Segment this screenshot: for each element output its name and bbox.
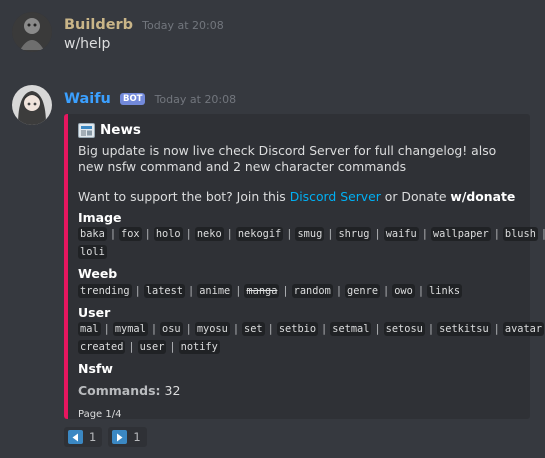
- help-embed: News Big update is now live check Discor…: [64, 114, 545, 420]
- command-code: set: [242, 322, 265, 336]
- field-value-user: mal | mymal | osu | myosu | set | setbio | setmal | se…: [78, 322, 545, 354]
- commands-count-value: 32: [164, 382, 181, 398]
- bot-avatar-icon: [12, 85, 52, 125]
- command-code: mal: [78, 322, 101, 336]
- embed-title-text: News: [100, 121, 141, 138]
- bot-badge: BOT: [119, 93, 146, 105]
- username[interactable]: Waifu: [64, 91, 111, 107]
- commands-label: Commands:: [78, 382, 161, 398]
- commands-count: Commands: 32: [78, 383, 520, 399]
- command-code: random: [291, 283, 333, 298]
- command-code: anime: [197, 283, 233, 298]
- reaction-count: 1: [133, 430, 141, 444]
- timestamp: Today at 20:08: [142, 19, 224, 32]
- command-code: setkitsu: [437, 322, 491, 336]
- reaction-next[interactable]: 1: [108, 427, 147, 447]
- message-header: Waifu BOT Today at 20:08: [64, 88, 236, 107]
- command-code: links: [427, 283, 463, 298]
- support-line: Want to support the bot? Join this Disco…: [78, 189, 520, 205]
- reaction-previous[interactable]: 1: [64, 427, 103, 447]
- command-code: latest: [143, 283, 186, 298]
- command-code: avatar: [502, 322, 545, 336]
- timestamp: Today at 20:08: [154, 93, 237, 106]
- avatar[interactable]: [12, 12, 52, 52]
- support-text: Want to support the bot? Join this: [78, 189, 290, 204]
- reaction-count: 1: [89, 430, 97, 444]
- field-name-image: Image: [78, 209, 122, 225]
- command-code: mymal: [112, 322, 148, 336]
- newspaper-icon: [78, 122, 95, 139]
- arrow-left-icon: [68, 430, 83, 444]
- command-code: fox: [119, 227, 142, 241]
- arrow-right-icon: [112, 430, 128, 444]
- field-name-nsfw: Nsfw: [78, 361, 113, 376]
- command-code: notify: [178, 340, 220, 354]
- support-text: or Donate: [380, 189, 451, 204]
- command-code: loli: [78, 245, 107, 259]
- command-code: smug: [295, 227, 325, 241]
- field-value-weeb: trending | latest | anime | manga | random | genre…: [78, 283, 463, 298]
- command-code: baka: [78, 227, 107, 241]
- command-code: setbio: [276, 322, 319, 336]
- command-code: trending: [78, 283, 132, 298]
- embed-title: News: [78, 122, 520, 139]
- command-code: manga: [244, 283, 280, 298]
- discord-server-link[interactable]: Discord Server: [290, 189, 381, 204]
- command-code: owo: [392, 283, 415, 298]
- avatar[interactable]: [12, 85, 52, 125]
- field-value-image: baka | fox | holo | neko | nekogif | smug | shrug | wa…: [78, 227, 545, 259]
- message-header: Builderb Today at 20:08: [64, 14, 224, 33]
- command-code: setosu: [383, 322, 425, 336]
- username[interactable]: Builderb: [64, 17, 133, 33]
- message-text: w/help: [64, 36, 111, 52]
- command-code: waifu: [383, 227, 419, 241]
- command-code: user: [137, 340, 167, 354]
- description-line: Big update is now live check Discord Ser…: [78, 143, 497, 174]
- command-code: myosu: [194, 322, 230, 336]
- field-name-weeb: Weeb: [78, 266, 118, 281]
- command-code: setmal: [330, 322, 372, 336]
- command-code: shrug: [336, 227, 372, 241]
- embed-description: Big update is now live check Discord Ser…: [78, 143, 520, 205]
- field-name-user: User: [78, 304, 111, 320]
- user-avatar-icon: [12, 12, 52, 52]
- command-code: wallpaper: [430, 227, 491, 241]
- command-code: neko: [194, 227, 224, 241]
- command-code: nekogif: [235, 227, 284, 241]
- command-code: genre: [345, 283, 381, 298]
- embed-footer: Page 1/4: [78, 409, 122, 420]
- command-code: holo: [153, 227, 183, 241]
- command-code: osu: [160, 322, 183, 336]
- command-code: blush: [502, 227, 538, 241]
- command-code: created: [78, 340, 126, 354]
- reactions: 1 1: [64, 427, 147, 447]
- donate-command: w/donate: [450, 189, 516, 204]
